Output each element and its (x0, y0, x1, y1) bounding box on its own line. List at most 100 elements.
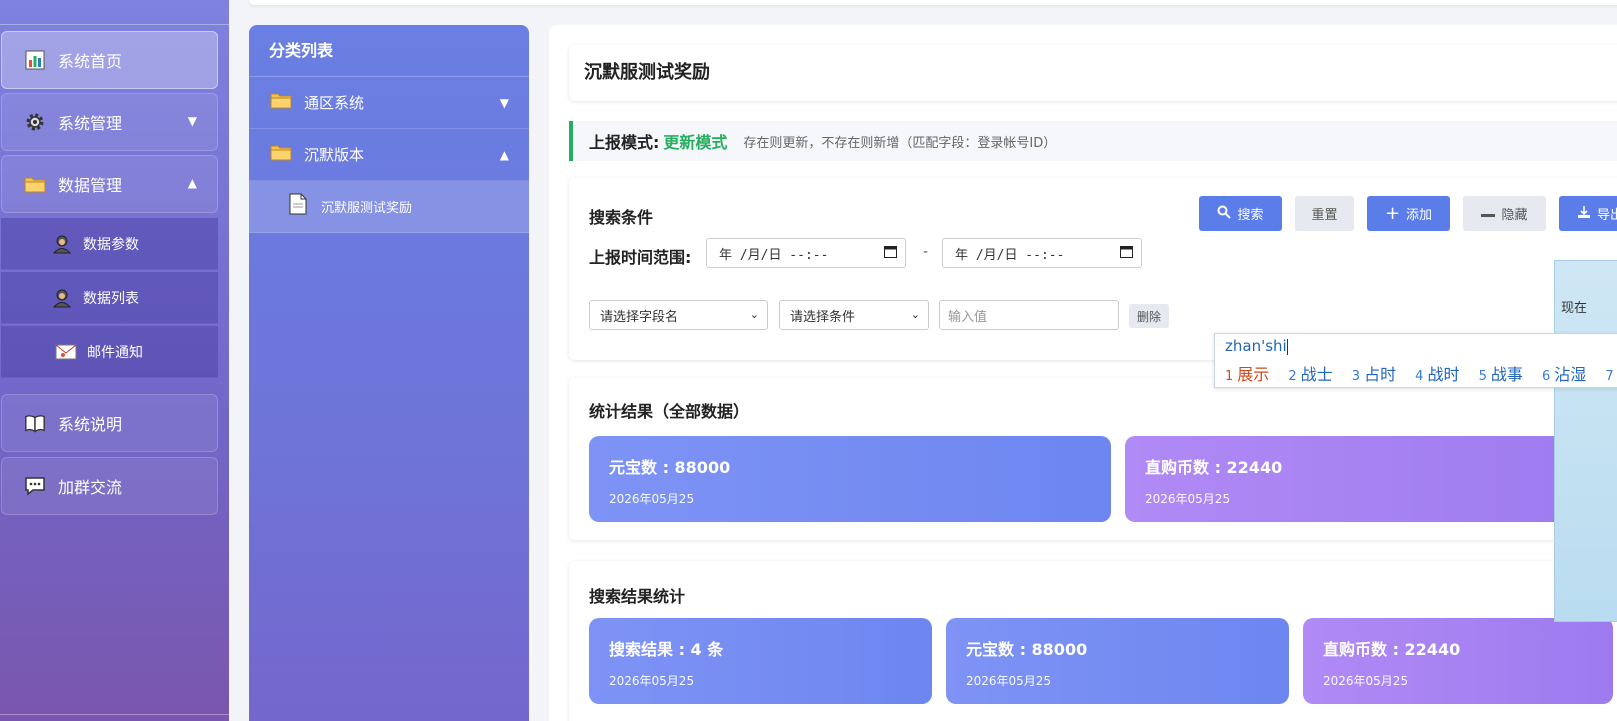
result-box-zhigoubi: 直购币数 : 22440 2026年05月25 (1303, 618, 1613, 704)
sidebar-subitem-label: 邮件通知 (87, 344, 143, 361)
report-mode-value: 更新模式 (663, 133, 728, 152)
book-icon (24, 412, 46, 434)
sidebar-subitem-data-params[interactable]: 数据参数 (1, 218, 218, 270)
user-icon (51, 287, 73, 309)
end-datetime-input[interactable]: 年 /月/日 --:-- (942, 238, 1142, 268)
ime-candidate[interactable]: 1 展示 (1225, 365, 1269, 384)
hide-button[interactable]: 隐藏 (1463, 196, 1546, 231)
reset-button[interactable]: 重置 (1295, 196, 1354, 231)
value-input[interactable]: 输入值 (939, 300, 1119, 330)
stat-box-date: 2026年05月25 (1323, 674, 1409, 688)
delete-condition-button[interactable]: 删除 (1129, 304, 1169, 328)
category-item-tongqu[interactable]: 通区系统 ▼ (249, 77, 529, 129)
export-button[interactable]: 导出 (1559, 196, 1617, 231)
report-mode-desc: 存在则更新，不存在则新增（匹配字段：登录帐号ID） (743, 135, 1057, 151)
gear-icon (24, 111, 46, 133)
ime-candidate[interactable]: 4 战时 (1415, 365, 1459, 384)
result-box-count: 搜索结果 : 4 条 2026年05月25 (589, 618, 932, 704)
stat-box-title: 直购币数 : 22440 (1145, 458, 1283, 477)
chevron-down-icon: ▼ (499, 95, 509, 110)
chevron-up-icon: ▲ (187, 176, 197, 190)
export-icon (1577, 205, 1591, 223)
chat-icon (24, 475, 46, 497)
search-results-card: 搜索结果统计 搜索结果 : 4 条 2026年05月25 元宝数 : 88000… (569, 561, 1617, 721)
text-cursor (1286, 338, 1288, 355)
sidebar-subitem-label: 数据参数 (83, 236, 139, 253)
search-button[interactable]: 搜索 (1199, 196, 1282, 231)
plus-icon: + (1384, 203, 1401, 224)
sidebar-subitem-label: 数据列表 (83, 290, 139, 307)
calendar-icon[interactable] (1120, 245, 1133, 262)
minus-icon (1481, 206, 1496, 222)
field-name-select[interactable]: 请选择字段名 ⌄ (589, 300, 768, 330)
document-icon (289, 193, 307, 220)
chevron-up-icon: ▲ (499, 147, 509, 162)
stat-box-title: 直购币数 : 22440 (1323, 640, 1461, 659)
sidebar-item-label: 系统首页 (58, 52, 123, 71)
sidebar-subitem-mail[interactable]: 邮件通知 (1, 326, 218, 378)
report-mode-label: 上报模式: (589, 133, 660, 152)
category-panel: 分类列表 通区系统 ▼ 沉默版本 ▲ 沉默服测试奖励 (249, 25, 529, 721)
stat-box-zhigoubi: 直购币数 : 22440 2026年05月25 (1125, 436, 1605, 522)
stat-box-title: 元宝数 : 88000 (609, 458, 731, 477)
chevron-down-icon: ⌄ (749, 308, 759, 321)
folder-icon (270, 91, 292, 114)
add-button[interactable]: + 添加 (1367, 196, 1450, 231)
result-box-yuanbao: 元宝数 : 88000 2026年05月25 (946, 618, 1289, 704)
category-item-label: 沉默版本 (304, 146, 365, 164)
time-range-label: 上报时间范围: (589, 248, 692, 267)
stat-box-date: 2026年05月25 (1145, 492, 1231, 506)
chevron-down-icon: ⌄ (910, 308, 920, 321)
ime-candidate[interactable]: 7暂 (1605, 365, 1617, 384)
category-panel-title: 分类列表 (249, 25, 529, 77)
sidebar: 系统首页 系统管理 ▼ 数据管理 ▲ 数据参数 数据列表 邮件通知 系统说明 加… (0, 0, 229, 721)
category-subitem-test-reward[interactable]: 沉默服测试奖励 (249, 181, 529, 233)
category-subitem-label: 沉默服测试奖励 (321, 201, 413, 216)
stat-box-title: 元宝数 : 88000 (966, 640, 1088, 659)
ime-candidate[interactable]: 3 占时 (1352, 365, 1396, 384)
category-item-chenmo[interactable]: 沉默版本 ▲ (249, 129, 529, 181)
stat-box-yuanbao: 元宝数 : 88000 2026年05月25 (589, 436, 1111, 522)
sidebar-subitem-data-list[interactable]: 数据列表 (1, 272, 218, 324)
folder-icon (270, 143, 292, 166)
ime-candidate-window: zhan'shi 1展示 2战士 3占时 4战时 5战事 6沾湿 7暂 (1214, 333, 1617, 388)
ime-candidate-list: 1展示 2战士 3占时 4战时 5战事 6沾湿 7暂 (1225, 361, 1617, 385)
search-title: 搜索条件 (589, 208, 654, 227)
sidebar-item-data-admin[interactable]: 数据管理 ▲ (1, 155, 218, 213)
mail-icon (55, 341, 77, 363)
calendar-icon[interactable] (884, 245, 897, 262)
sidebar-item-label: 系统说明 (58, 415, 123, 434)
sidebar-item-label: 数据管理 (58, 176, 123, 195)
stat-box-date: 2026年05月25 (609, 492, 695, 506)
user-icon (51, 233, 73, 255)
page-title: 沉默服测试奖励 (569, 45, 1617, 101)
stats-title: 统计结果（全部数据） (589, 402, 750, 421)
sidebar-item-docs[interactable]: 系统说明 (1, 394, 218, 452)
bar-chart-icon (24, 49, 46, 71)
range-dash: - (923, 244, 929, 260)
start-datetime-input[interactable]: 年 /月/日 --:-- (706, 238, 906, 268)
folder-icon (24, 173, 46, 195)
sidebar-divider (0, 714, 229, 715)
search-icon (1217, 205, 1232, 223)
chevron-down-icon: ▼ (187, 114, 197, 128)
ime-candidate[interactable]: 2 战士 (1288, 365, 1332, 384)
now-button[interactable]: 现在 (1561, 297, 1587, 316)
sidebar-item-home[interactable]: 系统首页 (1, 31, 218, 89)
datetime-picker-panel[interactable]: 现在 (1554, 260, 1617, 622)
stat-box-date: 2026年05月25 (966, 674, 1052, 688)
sidebar-item-label: 加群交流 (58, 478, 123, 497)
top-header-bar (249, 0, 1617, 5)
sidebar-item-join-group[interactable]: 加群交流 (1, 457, 218, 515)
ime-candidate[interactable]: 6 沾湿 (1542, 365, 1586, 384)
sidebar-divider (0, 24, 229, 25)
ime-composition: zhan'shi (1225, 337, 1288, 355)
condition-select[interactable]: 请选择条件 ⌄ (779, 300, 929, 330)
results-title: 搜索结果统计 (589, 587, 686, 606)
stat-box-date: 2026年05月25 (609, 674, 695, 688)
sidebar-item-system-admin[interactable]: 系统管理 ▼ (1, 93, 218, 151)
stat-box-title: 搜索结果 : 4 条 (609, 640, 724, 659)
stats-card: 统计结果（全部数据） 元宝数 : 88000 2026年05月25 直购币数 :… (569, 378, 1617, 540)
sidebar-item-label: 系统管理 (58, 114, 123, 133)
ime-candidate[interactable]: 5 战事 (1479, 365, 1523, 384)
